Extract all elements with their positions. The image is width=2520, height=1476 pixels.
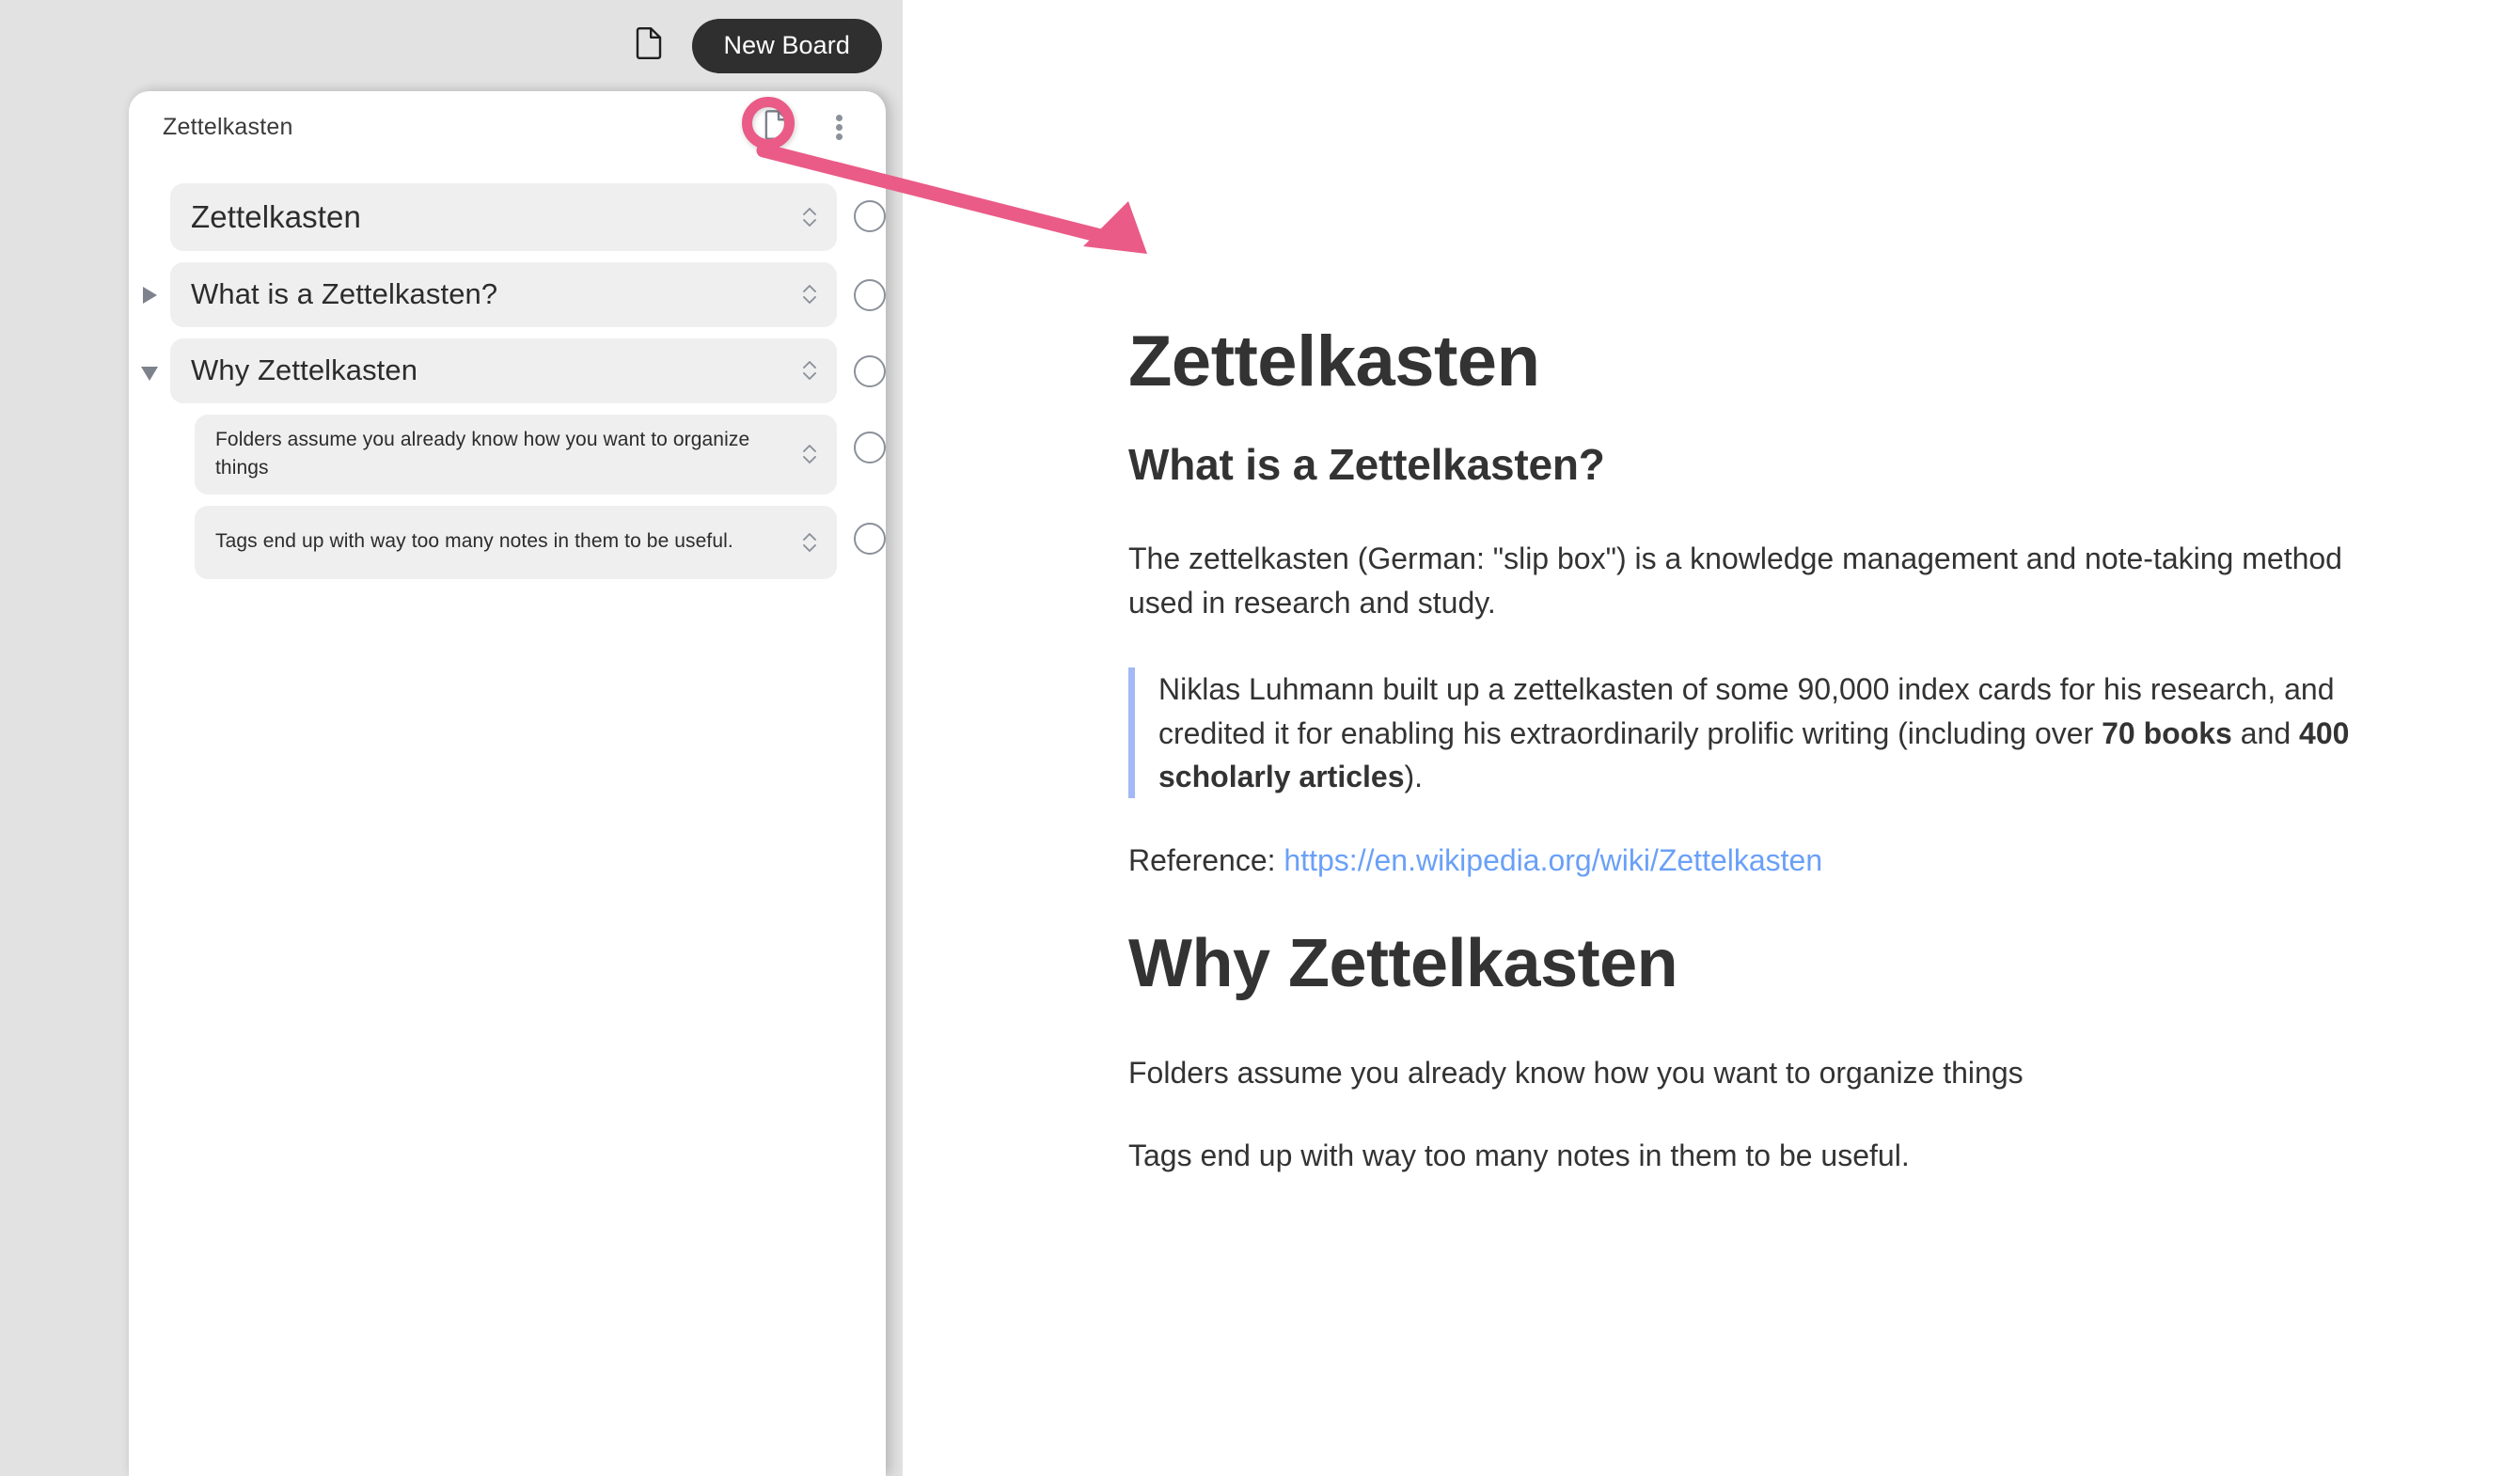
document-icon — [636, 27, 662, 64]
document-blockquote: Niklas Luhmann built up a zettelkasten o… — [1128, 667, 2360, 799]
chevron-down-icon — [803, 218, 816, 227]
board-panel-actions — [756, 106, 859, 148]
chevron-up-icon — [803, 361, 816, 369]
blockquote-bold-1: 70 books — [2102, 715, 2232, 750]
chevron-up-icon — [803, 285, 816, 293]
blockquote-part-3: ). — [1404, 759, 1424, 793]
chevron-down-icon — [803, 296, 816, 305]
panel-more-menu-button[interactable] — [818, 106, 859, 148]
document-paragraph: Tags end up with way too many notes in t… — [1128, 1138, 1910, 1173]
more-vertical-icon — [835, 112, 843, 143]
outline-row: Tags end up with way too many notes in t… — [153, 505, 886, 579]
outline-list: Zettelkasten What is a Zettelkasten? Why… — [129, 163, 886, 579]
chevron-down-icon — [803, 372, 816, 381]
board-panel: Zettelkasten Zettelkasten What is a Zett… — [129, 91, 886, 1476]
blockquote-text: Niklas Luhmann built up a zettelkasten o… — [1158, 667, 2360, 798]
chevron-down-icon — [803, 456, 816, 464]
collapse-toggle-collapsed-icon[interactable] — [142, 286, 157, 304]
outline-row: Zettelkasten — [129, 183, 886, 251]
outline-card-text: Zettelkasten — [191, 199, 361, 234]
collapse-toggle-expanded-icon[interactable] — [141, 366, 158, 381]
new-board-button[interactable]: New Board — [691, 18, 882, 73]
chevron-up-icon — [803, 207, 816, 215]
outline-card-text: Folders assume you already know how you … — [215, 428, 750, 479]
blockquote-part-2: and — [2231, 715, 2300, 750]
document-view: Zettelkasten What is a Zettelkasten? The… — [903, 0, 2520, 1476]
reorder-stepper[interactable] — [797, 207, 822, 227]
reorder-stepper[interactable] — [797, 532, 822, 552]
outline-row: What is a Zettelkasten? — [129, 261, 886, 327]
row-bullet-circle[interactable] — [854, 522, 886, 555]
row-bullet-circle[interactable] — [854, 354, 886, 387]
document-reference-line: Reference: https://en.wikipedia.org/wiki… — [1128, 843, 2360, 878]
reference-link[interactable]: https://en.wikipedia.org/wiki/Zettelkast… — [1284, 843, 1822, 877]
outline-card-text: Tags end up with way too many notes in t… — [215, 530, 733, 553]
outline-card[interactable]: Folders assume you already know how you … — [195, 414, 837, 495]
outline-row: Why Zettelkasten — [129, 338, 886, 403]
app-toolbar: New Board — [0, 0, 903, 91]
outline-row: Folders assume you already know how you … — [153, 414, 886, 495]
document-title: Zettelkasten — [1128, 322, 1540, 401]
outline-card-text: Why Zettelkasten — [191, 353, 418, 386]
document-paragraph: Folders assume you already know how you … — [1128, 1055, 2024, 1090]
twisty-slot — [153, 415, 195, 439]
document-heading-2: Why Zettelkasten — [1128, 926, 1678, 1002]
outline-card[interactable]: What is a Zettelkasten? — [170, 261, 837, 327]
outline-card[interactable]: Why Zettelkasten — [170, 338, 837, 403]
document-section-heading: What is a Zettelkasten? — [1128, 439, 1605, 489]
outline-card[interactable]: Zettelkasten — [170, 183, 837, 251]
document-paragraph: The zettelkasten (German: "slip box") is… — [1128, 542, 2342, 620]
twisty-slot — [129, 262, 170, 304]
board-panel-header: Zettelkasten — [129, 91, 886, 163]
row-bullet-circle[interactable] — [854, 200, 886, 232]
row-bullet-circle[interactable] — [854, 431, 886, 463]
reorder-stepper[interactable] — [797, 361, 822, 381]
board-title: Zettelkasten — [163, 113, 293, 140]
outline-card-text: What is a Zettelkasten? — [191, 276, 498, 310]
twisty-slot — [129, 183, 170, 208]
chevron-down-icon — [803, 543, 816, 552]
chevron-up-icon — [803, 532, 816, 541]
reorder-stepper[interactable] — [797, 445, 822, 464]
reference-label: Reference: — [1128, 843, 1284, 878]
panel-document-icon-button[interactable] — [756, 106, 797, 148]
document-content: Zettelkasten What is a Zettelkasten? The… — [1128, 324, 2360, 1221]
outline-card[interactable]: Tags end up with way too many notes in t… — [195, 505, 837, 579]
chevron-up-icon — [803, 445, 816, 453]
twisty-slot — [153, 506, 195, 530]
row-bullet-circle[interactable] — [854, 278, 886, 311]
document-icon — [764, 109, 789, 145]
document-icon-button[interactable] — [630, 25, 668, 67]
twisty-slot — [129, 338, 170, 381]
reorder-stepper[interactable] — [797, 285, 822, 305]
